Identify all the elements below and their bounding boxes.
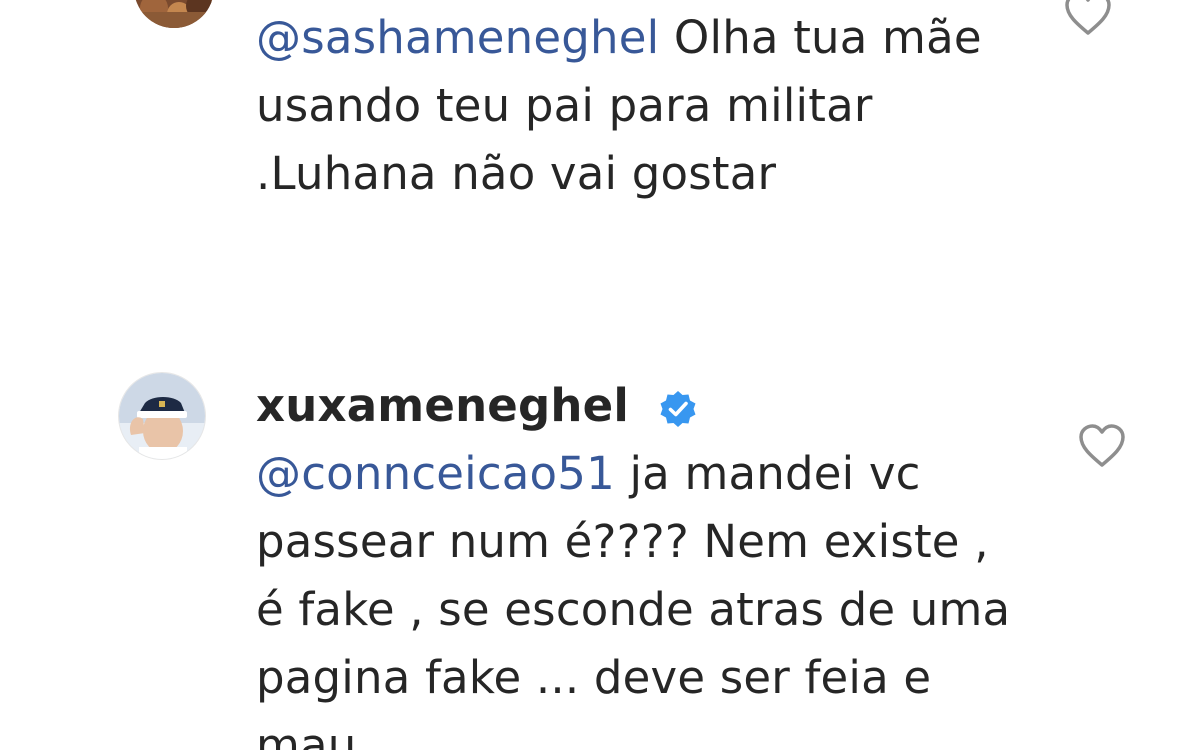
- username[interactable]: xuxameneghel: [256, 372, 629, 440]
- heart-outline-icon: [1079, 424, 1125, 467]
- like-button[interactable]: [1078, 424, 1126, 468]
- like-button[interactable]: [1064, 0, 1112, 36]
- comment-text: xuxameneghel @connceicao51 ja mandei vc …: [256, 372, 1016, 750]
- mention-link[interactable]: @sashameneghel: [256, 11, 659, 64]
- avatar[interactable]: [134, 0, 214, 28]
- heart-outline-icon: [1065, 0, 1111, 35]
- mention-link[interactable]: @connceicao51: [256, 447, 615, 500]
- verified-badge-icon: [660, 391, 696, 427]
- avatar[interactable]: [118, 372, 206, 460]
- comment-text: @sashameneghel Olha tua mãe usando teu p…: [256, 4, 1016, 208]
